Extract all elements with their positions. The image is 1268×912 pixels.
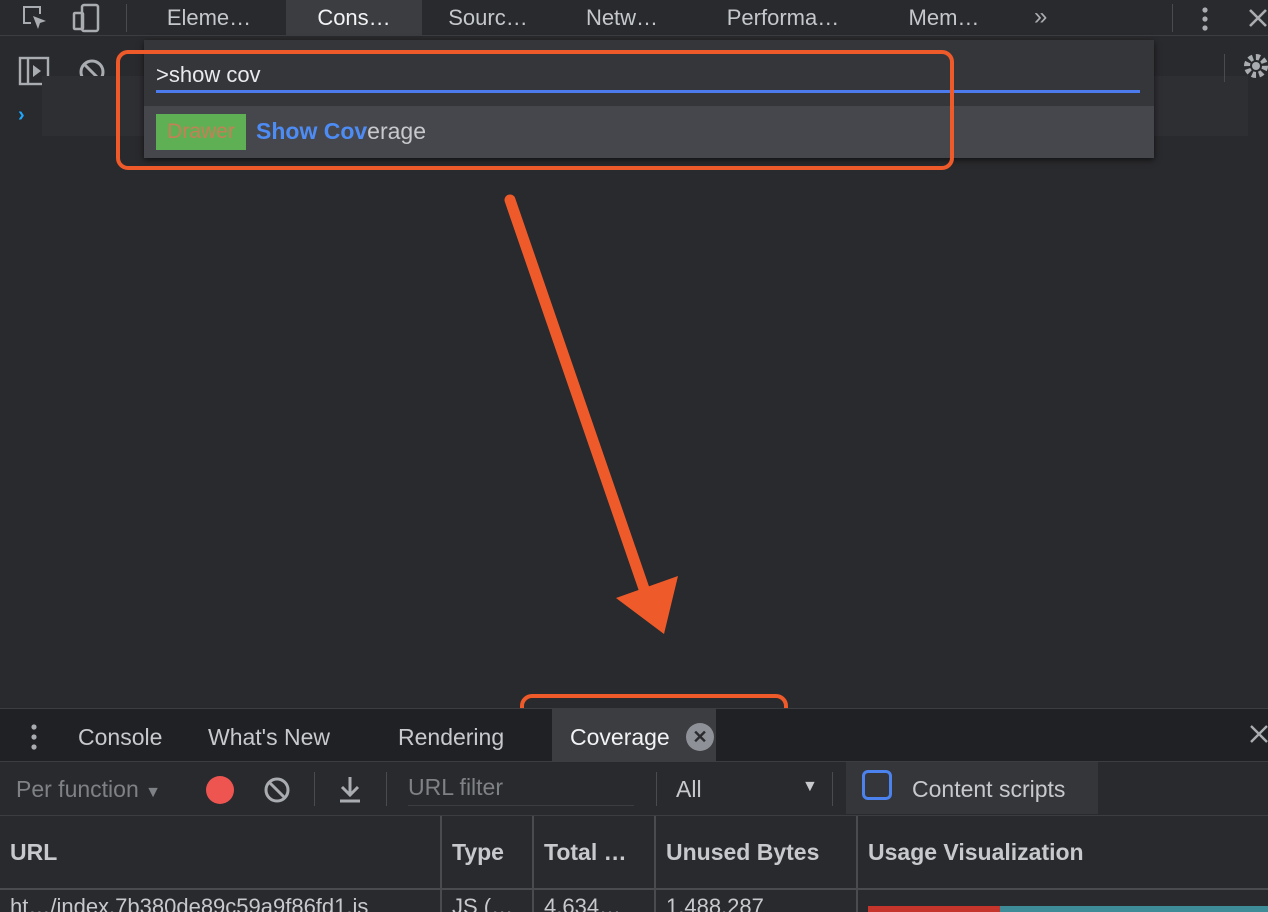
table-cell-unused: 1,488,287 xyxy=(656,888,858,912)
toolbar-divider xyxy=(126,4,127,32)
drawer-tab-console[interactable]: Console xyxy=(78,709,162,763)
toolbar-divider xyxy=(656,772,657,806)
command-result-item[interactable]: Drawer Show Coverage xyxy=(144,106,1154,158)
table-cell-usage xyxy=(858,888,1268,912)
drawer-tab-coverage[interactable]: Coverage ✕ xyxy=(552,709,716,763)
clear-coverage-icon[interactable] xyxy=(262,775,292,810)
command-input-underline xyxy=(156,90,1140,93)
content-scripts-checkbox[interactable] xyxy=(862,770,892,800)
drawer-tab-rendering[interactable]: Rendering xyxy=(398,709,504,763)
toolbar-divider xyxy=(314,772,315,806)
tab-memory[interactable]: Mem… xyxy=(890,0,998,36)
table-cell-type: JS (… xyxy=(442,888,534,912)
dropdown-arrow-icon: ▼ xyxy=(145,784,161,801)
column-header-type[interactable]: Type xyxy=(442,816,534,888)
devtools-window: Eleme… Cons… Sourc… Netw… Performa… Mem…… xyxy=(0,0,1268,912)
dropdown-arrow-icon[interactable]: ▼ xyxy=(802,778,818,796)
toolbar-divider xyxy=(386,772,387,806)
export-download-icon[interactable] xyxy=(336,774,364,809)
drawer-tab-whats-new[interactable]: What's New xyxy=(208,709,330,763)
toolbar-divider xyxy=(1172,4,1173,32)
drawer-tab-bar: Console What's New Rendering Coverage ✕ xyxy=(0,708,1268,763)
column-header-url[interactable]: URL xyxy=(0,816,442,888)
command-rest-text: erage xyxy=(367,118,426,144)
inspect-element-icon[interactable] xyxy=(20,3,50,33)
coverage-toolbar: Per function ▼ URL filter All ▼ Content … xyxy=(0,762,1268,816)
record-button[interactable] xyxy=(206,776,234,804)
coverage-mode-label: Per function xyxy=(16,776,139,802)
devtools-tab-bar: Eleme… Cons… Sourc… Netw… Performa… Mem…… xyxy=(0,0,1268,36)
url-filter-input[interactable]: URL filter xyxy=(408,774,634,806)
content-scripts-label: Content scripts xyxy=(912,776,1066,802)
table-header-divider xyxy=(0,888,1268,890)
more-options-icon[interactable] xyxy=(1196,6,1214,32)
usage-bar-unused xyxy=(868,906,1000,912)
tab-network[interactable]: Netw… xyxy=(566,0,678,36)
drawer-menu-icon[interactable] xyxy=(26,723,42,751)
coverage-mode-select[interactable]: Per function ▼ xyxy=(16,776,161,803)
close-devtools-icon[interactable] xyxy=(1246,6,1268,35)
device-toolbar-icon[interactable] xyxy=(72,3,102,33)
console-prompt-icon[interactable]: › xyxy=(18,104,25,127)
drawer-tab-coverage-label: Coverage xyxy=(570,724,670,750)
category-badge: Drawer xyxy=(156,114,246,150)
column-header-total[interactable]: Total … xyxy=(534,816,656,888)
command-menu-input[interactable]: >show cov xyxy=(156,62,261,88)
toolbar-divider xyxy=(832,772,833,806)
type-filter-select[interactable]: All xyxy=(676,776,702,803)
chevron-double-right-icon[interactable]: » xyxy=(1034,0,1047,36)
tab-elements[interactable]: Eleme… xyxy=(146,0,272,36)
close-tab-icon[interactable]: ✕ xyxy=(686,723,714,751)
command-menu: >show cov Drawer Show Coverage xyxy=(144,40,1154,158)
table-cell-url[interactable]: ht…/index.7b380de89c59a9f86fd1.js xyxy=(0,888,442,912)
coverage-table: URL Type Total … Unused Bytes Usage Visu… xyxy=(0,816,1268,912)
close-drawer-icon[interactable] xyxy=(1248,723,1268,750)
tab-console[interactable]: Cons… xyxy=(286,0,422,36)
usage-bar-used xyxy=(1000,906,1268,912)
command-match-text: Show Cov xyxy=(256,118,368,144)
settings-gear-icon[interactable] xyxy=(1242,52,1268,80)
table-cell-total: 4,634… xyxy=(534,888,656,912)
column-header-unused[interactable]: Unused Bytes xyxy=(656,816,858,888)
command-result-label: Show Coverage xyxy=(256,118,426,145)
toolbar-divider xyxy=(1224,54,1225,82)
tab-sources[interactable]: Sourc… xyxy=(430,0,546,36)
tab-performance[interactable]: Performa… xyxy=(706,0,860,36)
column-header-usage[interactable]: Usage Visualization xyxy=(858,816,1268,888)
